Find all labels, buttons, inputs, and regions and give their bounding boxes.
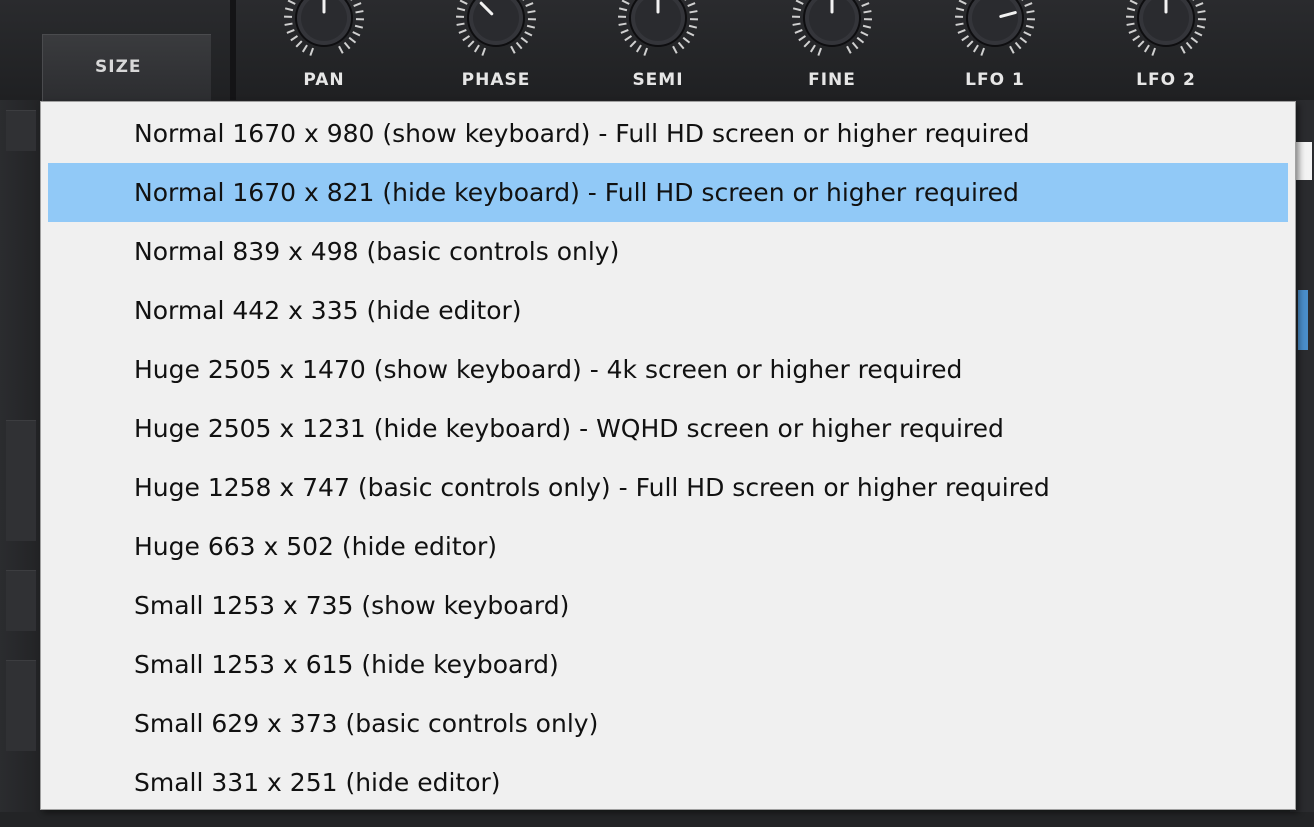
right-edge-field bbox=[1294, 142, 1312, 180]
knob-label-lfo2: LFO 2 bbox=[1136, 70, 1196, 90]
menu-item-size[interactable]: Small 1253 x 615 (hide keyboard) bbox=[41, 635, 1295, 694]
panel-divider bbox=[230, 0, 236, 100]
knob-label-pan: PAN bbox=[303, 70, 345, 90]
phase-knob[interactable]: PHASE bbox=[436, 0, 556, 100]
left-panel-edge bbox=[0, 100, 42, 827]
menu-item-size-selected[interactable]: Normal 1670 x 821 (hide keyboard) - Full… bbox=[48, 163, 1288, 222]
knob-label-semi: SEMI bbox=[632, 70, 684, 90]
size-dropdown-menu: Normal 1670 x 980 (show keyboard) - Full… bbox=[40, 101, 1296, 810]
menu-item-size[interactable]: Normal 442 x 335 (hide editor) bbox=[41, 281, 1295, 340]
semi-knob[interactable]: SEMI bbox=[598, 0, 718, 100]
menu-item-size[interactable]: Small 1253 x 735 (show keyboard) bbox=[41, 576, 1295, 635]
menu-item-size[interactable]: Huge 2505 x 1231 (hide keyboard) - WQHD … bbox=[41, 399, 1295, 458]
size-label: SIZE bbox=[95, 57, 142, 77]
menu-item-size[interactable]: Huge 2505 x 1470 (show keyboard) - 4k sc… bbox=[41, 340, 1295, 399]
menu-item-size[interactable]: Huge 1258 x 747 (basic controls only) - … bbox=[41, 458, 1295, 517]
pan-knob[interactable]: PAN bbox=[264, 0, 384, 100]
synth-window: SIZE PAN PHASE SEMI FINE LFO 1 LFO 2 Nor… bbox=[0, 0, 1314, 827]
top-control-panel: SIZE PAN PHASE SEMI FINE LFO 1 LFO 2 bbox=[0, 0, 1314, 101]
menu-item-size[interactable]: Normal 1670 x 980 (show keyboard) - Full… bbox=[41, 104, 1295, 163]
knob-label-lfo1: LFO 1 bbox=[965, 70, 1025, 90]
knob-label-fine: FINE bbox=[808, 70, 856, 90]
knob-label-phase: PHASE bbox=[461, 70, 531, 90]
lfo2-knob[interactable]: LFO 2 bbox=[1106, 0, 1226, 100]
lfo1-knob[interactable]: LFO 1 bbox=[935, 0, 1055, 100]
menu-item-size[interactable]: Huge 663 x 502 (hide editor) bbox=[41, 517, 1295, 576]
right-edge-indicator bbox=[1298, 290, 1308, 350]
menu-item-size[interactable]: Small 331 x 251 (hide editor) bbox=[41, 753, 1295, 812]
menu-item-size[interactable]: Small 629 x 373 (basic controls only) bbox=[41, 694, 1295, 753]
fine-knob[interactable]: FINE bbox=[772, 0, 892, 100]
menu-item-size[interactable]: Normal 839 x 498 (basic controls only) bbox=[41, 222, 1295, 281]
bottom-panel-edge bbox=[0, 812, 1314, 827]
